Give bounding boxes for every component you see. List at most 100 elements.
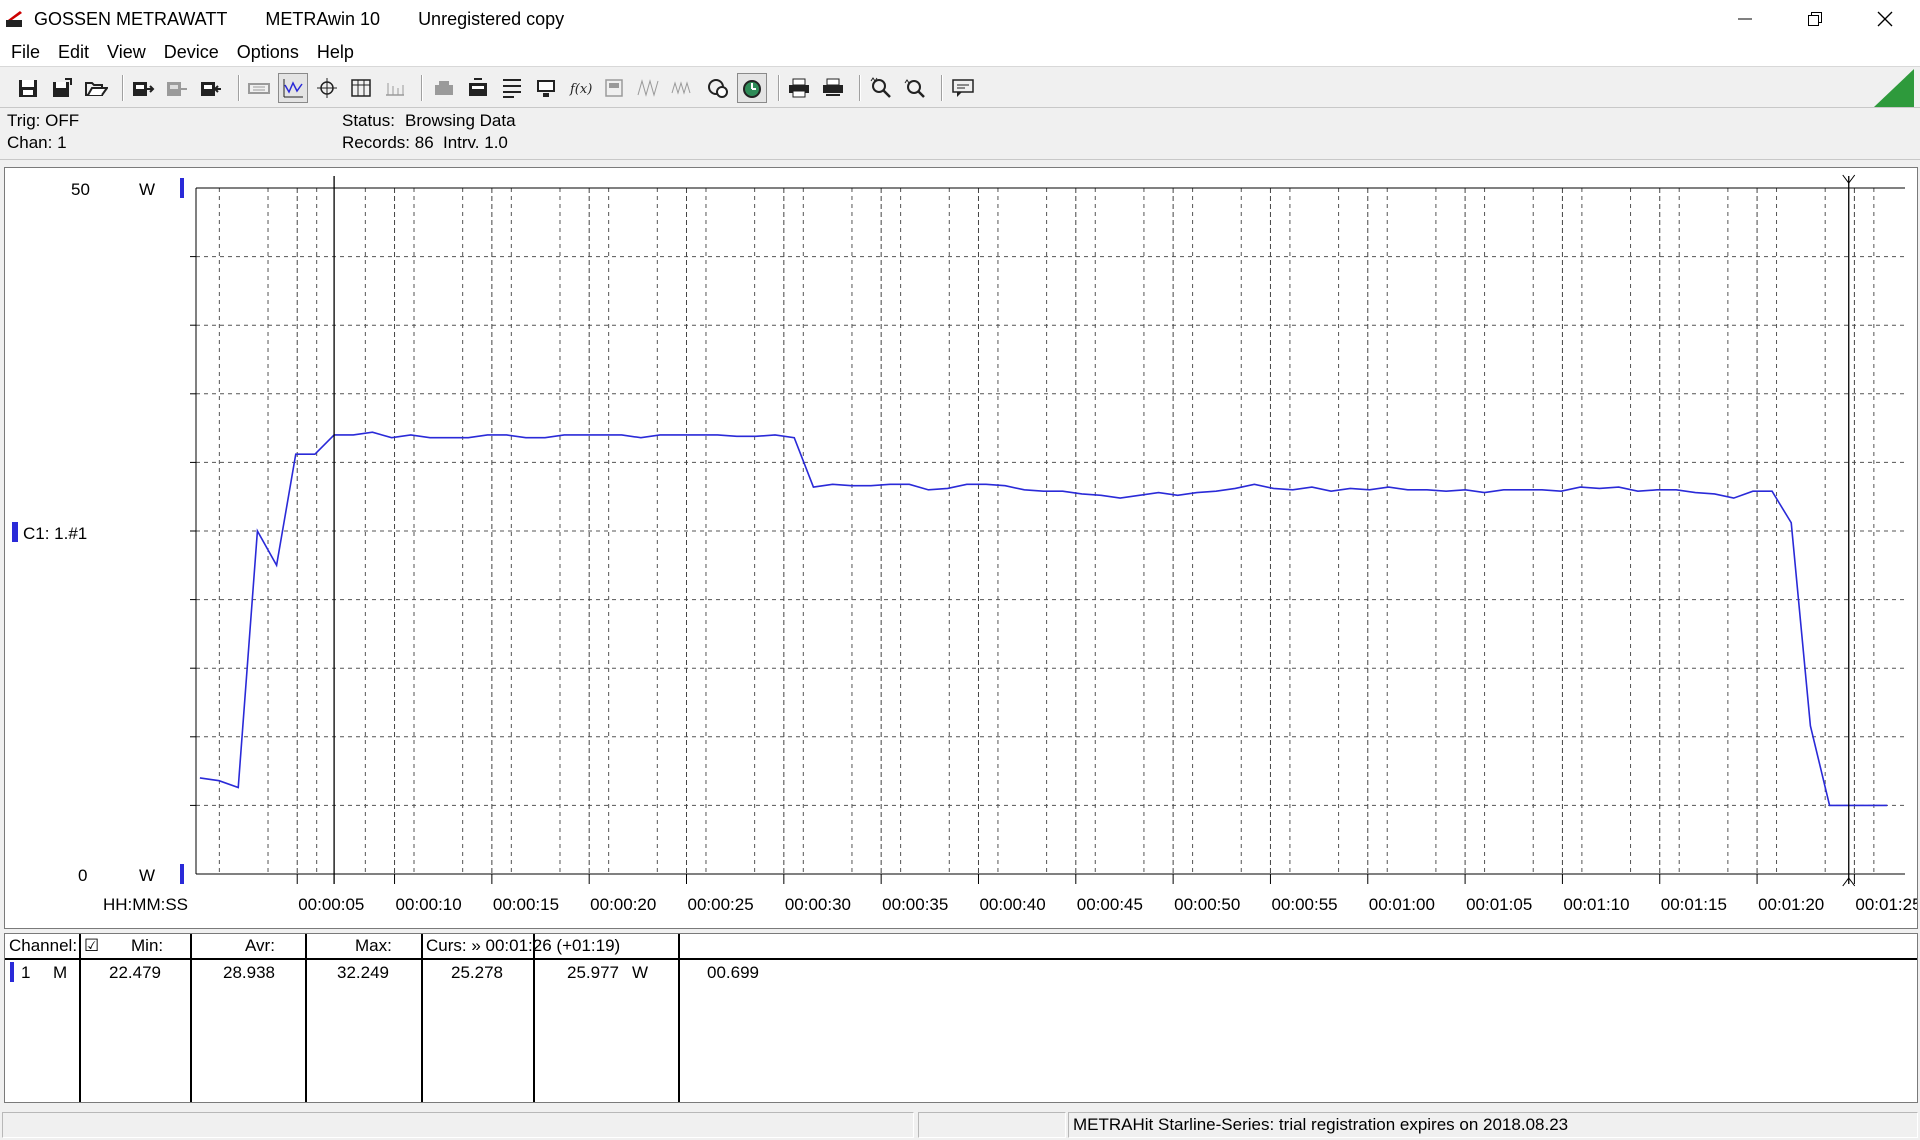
monitor-icon bbox=[537, 80, 555, 97]
header-channel: Channel: bbox=[9, 936, 78, 955]
channel-config-icon bbox=[469, 78, 487, 96]
device-write-button[interactable] bbox=[196, 73, 226, 103]
menu-help[interactable]: Help bbox=[308, 38, 363, 66]
x-tick-label: 00:01:20 bbox=[1758, 895, 1824, 914]
cursor-button[interactable] bbox=[312, 73, 342, 103]
channel-config-button[interactable] bbox=[463, 73, 493, 103]
records-count: Records: 86 bbox=[342, 133, 434, 152]
trigger-status: Trig: OFF bbox=[7, 111, 80, 130]
record-button[interactable] bbox=[497, 73, 527, 103]
x-tick-label: 00:01:05 bbox=[1466, 895, 1532, 914]
power-chart[interactable]: 00:00:05 00:00:10 00:00:15 00:00:20 00:00:25… bbox=[5, 168, 1917, 928]
app-logo-icon bbox=[6, 11, 22, 27]
zoom-in-button[interactable] bbox=[866, 73, 896, 103]
x-tick-label: 00:01:00 bbox=[1369, 895, 1435, 914]
menu-device[interactable]: Device bbox=[155, 38, 228, 66]
y-min-channel-marker bbox=[180, 864, 184, 884]
wave-button[interactable] bbox=[633, 73, 663, 103]
x-tick-label: 00:00:50 bbox=[1174, 895, 1240, 914]
row-cursor-diff: 00.699 bbox=[707, 963, 759, 982]
settings-button[interactable] bbox=[429, 73, 459, 103]
timer-icon bbox=[743, 80, 761, 98]
y-max-unit: W bbox=[139, 180, 155, 199]
function-button[interactable]: f(x) bbox=[565, 73, 595, 103]
open-button[interactable] bbox=[81, 73, 111, 103]
menu-edit[interactable]: Edit bbox=[49, 38, 98, 66]
minimize-button[interactable] bbox=[1710, 0, 1780, 38]
company-name: GOSSEN METRAWATT bbox=[34, 8, 228, 29]
row-cursor2: 25.977 bbox=[567, 963, 619, 982]
registration-status: Unregistered copy bbox=[418, 8, 565, 29]
y-min-label: 0 bbox=[78, 866, 87, 885]
close-button[interactable] bbox=[1850, 0, 1920, 38]
x-tick-label: 00:00:20 bbox=[590, 895, 656, 914]
app-name: METRAwin 10 bbox=[265, 8, 381, 29]
channel-color-swatch bbox=[10, 962, 14, 982]
title-bar: GOSSEN METRAWATT METRAwin 10 Unregistere… bbox=[0, 0, 1920, 38]
graph-panel[interactable]: 00:00:05 00:00:10 00:00:15 00:00:20 00:00:25… bbox=[4, 167, 1918, 929]
print-button[interactable] bbox=[784, 73, 814, 103]
header-max: Max: bbox=[355, 936, 392, 955]
x-tick-label: 00:00:40 bbox=[979, 895, 1045, 914]
multiwave-icon bbox=[671, 81, 691, 95]
x-axis-title: HH:MM:SS bbox=[103, 895, 188, 914]
signal-strength-icon bbox=[1874, 69, 1914, 107]
menu-file[interactable]: File bbox=[2, 38, 49, 66]
save-as-button[interactable] bbox=[47, 73, 77, 103]
zoom-in-icon bbox=[870, 77, 891, 98]
x-tick-label: 00:00:05 bbox=[298, 895, 364, 914]
x-tick-label: 00:00:35 bbox=[882, 895, 948, 914]
row-avr: 28.938 bbox=[223, 963, 275, 982]
help-button[interactable] bbox=[948, 73, 978, 103]
menu-options[interactable]: Options bbox=[228, 38, 308, 66]
row-mode: M bbox=[53, 963, 68, 982]
trigger-button[interactable] bbox=[703, 73, 733, 103]
multiwave-button[interactable] bbox=[667, 73, 697, 103]
x-tick-label: 00:01:10 bbox=[1563, 895, 1629, 914]
header-enable-checkbox[interactable]: ☑ bbox=[84, 935, 99, 957]
x-tick-label: 00:00:15 bbox=[493, 895, 559, 914]
header-cursor: Curs: » 00:01:26 (+01:19) bbox=[426, 936, 621, 955]
table-view-icon bbox=[351, 79, 371, 97]
restore-icon bbox=[1808, 12, 1822, 26]
device-read-button[interactable] bbox=[128, 73, 158, 103]
trigger-icon bbox=[708, 79, 728, 98]
help-icon bbox=[952, 79, 974, 97]
zoom-out-button[interactable] bbox=[900, 73, 930, 103]
print-icon bbox=[789, 78, 809, 98]
meter-button[interactable] bbox=[599, 73, 629, 103]
device-write-icon bbox=[201, 82, 221, 96]
minimize-icon bbox=[1738, 18, 1752, 20]
memory-button[interactable] bbox=[244, 73, 274, 103]
statistics-table: Channel: ☑ Min: Avr: Max: Curs: » 00:01:… bbox=[4, 933, 1918, 1103]
print-preview-icon bbox=[823, 78, 843, 96]
x-tick-label: 00:00:55 bbox=[1271, 895, 1337, 914]
list-view-icon bbox=[386, 83, 404, 96]
save-as-icon bbox=[53, 78, 72, 97]
row-unit: W bbox=[632, 963, 649, 982]
row-min: 22.479 bbox=[109, 963, 161, 982]
save-icon bbox=[19, 80, 37, 97]
list-view-button[interactable] bbox=[380, 73, 410, 103]
device-read-icon bbox=[133, 82, 155, 96]
toolbar: f(x) bbox=[0, 66, 1920, 108]
device-disabled-button[interactable] bbox=[162, 73, 192, 103]
device-disabled-icon bbox=[167, 82, 187, 96]
record-icon bbox=[503, 79, 521, 98]
table-view-button[interactable] bbox=[346, 73, 376, 103]
timer-button[interactable] bbox=[737, 73, 767, 103]
graph-view-button[interactable] bbox=[278, 73, 308, 103]
restore-button[interactable] bbox=[1780, 0, 1850, 38]
monitor-button[interactable] bbox=[531, 73, 561, 103]
print-preview-button[interactable] bbox=[818, 73, 848, 103]
close-icon bbox=[1877, 11, 1893, 27]
settings-icon bbox=[435, 81, 453, 95]
menu-view[interactable]: View bbox=[98, 38, 155, 66]
graph-view-icon bbox=[283, 79, 303, 98]
save-button[interactable] bbox=[13, 73, 43, 103]
svg-text:f(x): f(x) bbox=[569, 82, 592, 97]
status-pane-right: METRAHit Starline-Series: trial registra… bbox=[1068, 1112, 1918, 1138]
meter-icon bbox=[605, 79, 623, 97]
status-pane-left bbox=[2, 1112, 914, 1138]
function-icon: f(x) bbox=[569, 82, 592, 97]
